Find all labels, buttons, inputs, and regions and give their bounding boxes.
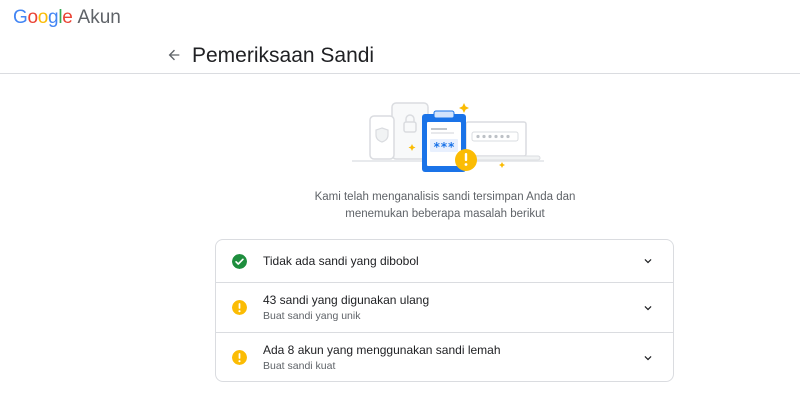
page-title: Pemeriksaan Sandi — [192, 44, 375, 67]
check-subtitle: Buat sandi yang unik — [263, 310, 361, 322]
check-title: Ada 8 akun yang menggunakan sandi lemah — [263, 343, 501, 357]
check-title: Tidak ada sandi yang dibobol — [263, 254, 419, 268]
check-row-compromised[interactable]: Tidak ada sandi yang dibobol — [216, 240, 673, 283]
chevron-down-icon[interactable] — [641, 351, 655, 365]
top-bar: Google Akun — [0, 0, 800, 36]
arrow-left-icon — [168, 49, 180, 61]
google-account-logo[interactable]: Google Akun — [13, 7, 121, 29]
check-circle-icon — [232, 254, 247, 269]
wordmark-letter: G — [13, 7, 28, 28]
check-row-weak[interactable]: Ada 8 akun yang menggunakan sandi lemah … — [216, 333, 673, 381]
warning-circle-icon — [232, 300, 247, 315]
warning-circle-icon — [232, 350, 247, 365]
check-title: 43 sandi yang digunakan ulang — [263, 293, 430, 307]
page-header: Pemeriksaan Sandi — [0, 36, 800, 74]
wordmark-letter: o — [27, 7, 38, 28]
intro-text: Kami telah menganalisis sandi tersimpan … — [300, 189, 590, 223]
product-name: Akun — [77, 7, 121, 28]
wordmark-letter: e — [62, 7, 73, 28]
check-row-reused[interactable]: 43 sandi yang digunakan ulang Buat sandi… — [216, 283, 673, 333]
google-wordmark: Google — [13, 7, 73, 29]
wordmark-letter: g — [48, 7, 59, 28]
intro-line-2: menemukan beberapa masalah berikut — [345, 208, 545, 220]
chevron-down-icon[interactable] — [641, 254, 655, 268]
intro-line-1: Kami telah menganalisis sandi tersimpan … — [314, 191, 576, 203]
password-checkup-illustration: *** — [350, 98, 546, 178]
password-issues-card: Tidak ada sandi yang dibobol 43 sandi ya… — [215, 239, 674, 382]
wordmark-letter: o — [37, 7, 49, 28]
svg-text:***: *** — [433, 140, 455, 154]
check-subtitle: Buat sandi kuat — [263, 360, 336, 372]
back-button[interactable] — [163, 44, 185, 66]
chevron-down-icon[interactable] — [641, 301, 655, 315]
